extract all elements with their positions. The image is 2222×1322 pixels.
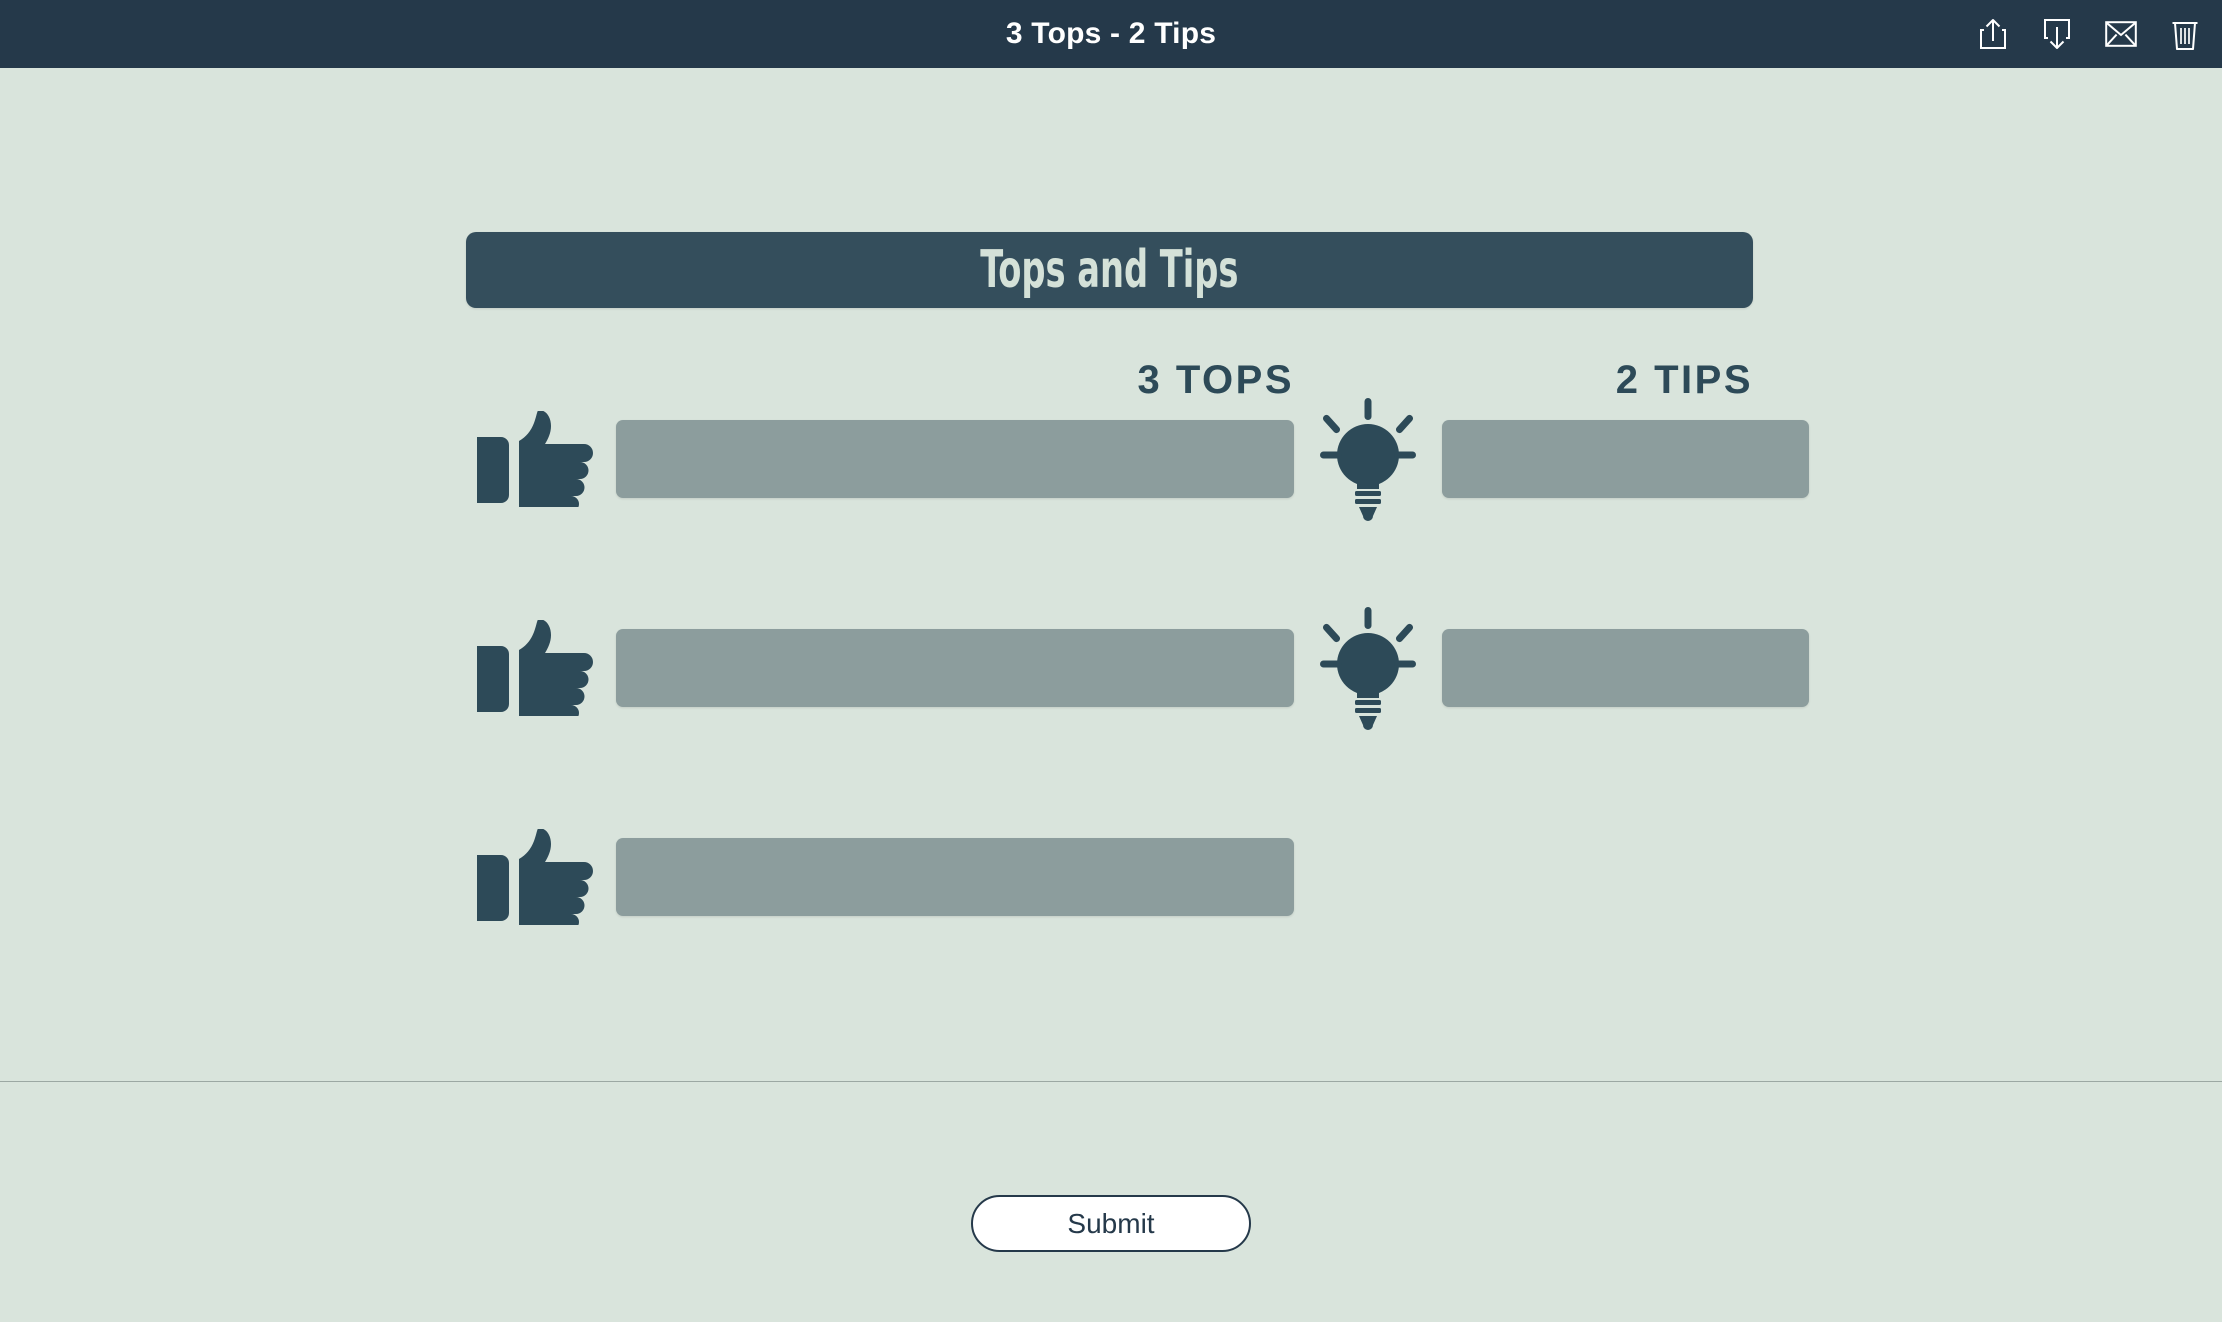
app-header-bar: 3 Tops - 2 Tips bbox=[0, 0, 2222, 68]
trash-icon bbox=[2171, 17, 2199, 51]
footer-bar: Submit bbox=[0, 1082, 2222, 1322]
tips-entry-2 bbox=[1294, 606, 1809, 730]
column-headers: 3 TOPS 2 TIPS bbox=[466, 346, 1753, 400]
page-title: 3 Tops - 2 Tips bbox=[1005, 17, 1217, 50]
worksheet-banner: Tops and Tips bbox=[466, 232, 1753, 308]
tops-column-label: 3 TOPS bbox=[1137, 358, 1294, 402]
entry-row bbox=[466, 397, 1809, 521]
banner-title: Tops and Tips bbox=[980, 240, 1239, 300]
header-actions bbox=[1972, 0, 2206, 68]
entry-row bbox=[466, 824, 1753, 929]
download-button[interactable] bbox=[2036, 11, 2078, 57]
thumbs-up-icon bbox=[466, 406, 616, 511]
tips-input-1[interactable] bbox=[1442, 419, 1809, 498]
worksheet-content: Tops and Tips 3 TOPS 2 TIPS bbox=[0, 68, 2222, 1081]
worksheet: Tops and Tips 3 TOPS 2 TIPS bbox=[466, 232, 1809, 929]
entry-rows bbox=[466, 397, 1809, 929]
share-button[interactable] bbox=[1972, 11, 2014, 57]
lightbulb-icon bbox=[1294, 397, 1442, 521]
thumbs-up-icon bbox=[466, 824, 616, 929]
submit-button[interactable]: Submit bbox=[971, 1195, 1251, 1252]
entry-row bbox=[466, 606, 1809, 730]
thumbs-up-icon bbox=[466, 615, 616, 720]
tips-input-2[interactable] bbox=[1442, 628, 1809, 707]
tops-entry-2 bbox=[466, 615, 1294, 720]
email-icon bbox=[2105, 21, 2137, 47]
download-icon bbox=[2042, 17, 2072, 51]
tips-entry-1 bbox=[1294, 397, 1809, 521]
email-button[interactable] bbox=[2100, 11, 2142, 57]
share-icon bbox=[1978, 17, 2008, 51]
lightbulb-icon bbox=[1294, 606, 1442, 730]
tops-input-2[interactable] bbox=[616, 628, 1294, 707]
tops-input-3[interactable] bbox=[616, 837, 1294, 916]
tops-entry-1 bbox=[466, 406, 1294, 511]
tops-input-1[interactable] bbox=[616, 419, 1294, 498]
tops-entry-3 bbox=[466, 824, 1294, 929]
delete-button[interactable] bbox=[2164, 11, 2206, 57]
